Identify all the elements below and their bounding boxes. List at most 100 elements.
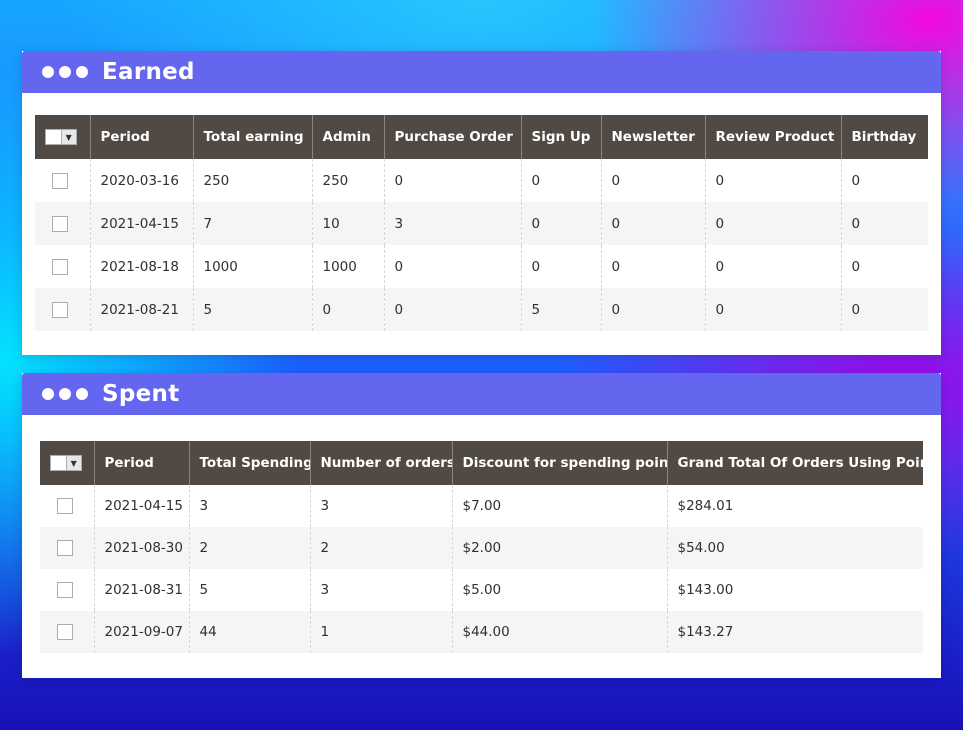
- mass-select-column: ▼: [40, 441, 94, 485]
- cell-total-spending: 5: [188, 569, 310, 611]
- row-checkbox[interactable]: [57, 624, 73, 640]
- column-header-grand-total-of-orders-using-points[interactable]: Grand Total Of Orders Using Points: [666, 441, 923, 485]
- cell-number-of-orders: 3: [309, 569, 452, 611]
- column-header-total-spending[interactable]: Total Spending: [188, 441, 310, 485]
- cell-review-product: 0: [704, 202, 841, 245]
- cell-period: 2021-04-15: [89, 202, 193, 245]
- row-checkbox[interactable]: [52, 258, 68, 275]
- mass-select-checkbox[interactable]: [51, 456, 66, 470]
- cell-discount: $44.00: [451, 611, 667, 653]
- column-header-period[interactable]: Period: [93, 441, 189, 485]
- row-checkbox[interactable]: [57, 582, 73, 598]
- column-header-period[interactable]: Period: [89, 115, 193, 159]
- cell-birthday: 0: [840, 288, 928, 331]
- cell-grand-total: $143.00: [666, 569, 923, 611]
- earned-table: ▼ Period Total earning Admin Purchase Or…: [35, 115, 928, 331]
- column-header-total-earning[interactable]: Total earning: [192, 115, 312, 159]
- cell-purchase-order: 3: [383, 202, 521, 245]
- earned-panel: Earned ▼ Period Total earning Admin Purc…: [22, 51, 941, 355]
- cell-total-spending: 3: [188, 485, 310, 527]
- cell-birthday: 0: [840, 202, 928, 245]
- mass-select-dropdown[interactable]: ▼: [50, 455, 82, 471]
- table-row: 2021-09-07 44 1 $44.00 $143.27: [40, 611, 923, 653]
- cell-birthday: 0: [840, 245, 928, 288]
- row-select-cell: [40, 527, 94, 569]
- row-checkbox[interactable]: [52, 215, 68, 232]
- cell-grand-total: $143.27: [666, 611, 923, 653]
- row-select-cell: [40, 569, 94, 611]
- column-header-admin[interactable]: Admin: [311, 115, 384, 159]
- earned-header: Earned: [22, 51, 941, 93]
- cell-review-product: 0: [704, 288, 841, 331]
- column-header-discount-for-spending-points[interactable]: Discount for spending points: [451, 441, 667, 485]
- column-header-birthday[interactable]: Birthday: [840, 115, 928, 159]
- chevron-down-icon[interactable]: ▼: [65, 456, 81, 470]
- row-checkbox[interactable]: [57, 498, 73, 514]
- cell-discount: $2.00: [451, 527, 667, 569]
- cell-purchase-order: 0: [383, 245, 521, 288]
- cell-newsletter: 0: [600, 245, 705, 288]
- chevron-down-icon[interactable]: ▼: [60, 130, 76, 144]
- cell-number-of-orders: 2: [309, 527, 452, 569]
- row-select-cell: [35, 288, 90, 331]
- column-header-purchase-order[interactable]: Purchase Order: [383, 115, 521, 159]
- cell-number-of-orders: 1: [309, 611, 452, 653]
- spent-header-row: ▼ Period Total Spending Number of orders…: [40, 441, 923, 485]
- cell-review-product: 0: [704, 159, 841, 202]
- dot: [59, 66, 71, 78]
- cell-total-earning: 1000: [192, 245, 312, 288]
- row-select-cell: [35, 245, 90, 288]
- mass-select-dropdown[interactable]: ▼: [45, 129, 77, 145]
- table-row: 2021-08-21 5 0 0 5 0 0 0: [35, 288, 928, 331]
- row-select-cell: [35, 159, 90, 202]
- cell-discount: $5.00: [451, 569, 667, 611]
- cell-sign-up: 0: [520, 202, 601, 245]
- cell-total-earning: 7: [192, 202, 312, 245]
- dot: [76, 66, 88, 78]
- table-row: 2021-08-31 5 3 $5.00 $143.00: [40, 569, 923, 611]
- spent-panel: Spent ▼ Period Total Spending Number of …: [22, 373, 941, 678]
- table-row: 2021-08-18 1000 1000 0 0 0 0 0: [35, 245, 928, 288]
- row-select-cell: [35, 202, 90, 245]
- cell-period: 2020-03-16: [89, 159, 193, 202]
- row-checkbox[interactable]: [52, 172, 68, 189]
- column-header-review-product[interactable]: Review Product: [704, 115, 841, 159]
- dot: [76, 388, 88, 400]
- cell-period: 2021-04-15: [93, 485, 189, 527]
- mass-select-column: ▼: [35, 115, 90, 159]
- table-row: 2021-04-15 7 10 3 0 0 0 0: [35, 202, 928, 245]
- row-checkbox[interactable]: [52, 301, 68, 318]
- table-row: 2021-04-15 3 3 $7.00 $284.01: [40, 485, 923, 527]
- table-row: 2021-08-30 2 2 $2.00 $54.00: [40, 527, 923, 569]
- cell-number-of-orders: 3: [309, 485, 452, 527]
- cell-admin: 250: [311, 159, 384, 202]
- cell-birthday: 0: [840, 159, 928, 202]
- mass-select-checkbox[interactable]: [46, 130, 61, 144]
- cell-newsletter: 0: [600, 202, 705, 245]
- cell-period: 2021-08-21: [89, 288, 193, 331]
- row-select-cell: [40, 611, 94, 653]
- window-dots-icon: [42, 388, 88, 400]
- cell-total-spending: 2: [188, 527, 310, 569]
- cell-admin: 1000: [311, 245, 384, 288]
- dot: [42, 388, 54, 400]
- column-header-sign-up[interactable]: Sign Up: [520, 115, 601, 159]
- cell-newsletter: 0: [600, 159, 705, 202]
- column-header-number-of-orders[interactable]: Number of orders: [309, 441, 452, 485]
- cell-total-earning: 5: [192, 288, 312, 331]
- cell-period: 2021-09-07: [93, 611, 189, 653]
- cell-grand-total: $284.01: [666, 485, 923, 527]
- cell-admin: 0: [311, 288, 384, 331]
- spent-table: ▼ Period Total Spending Number of orders…: [40, 441, 923, 653]
- cell-period: 2021-08-31: [93, 569, 189, 611]
- earned-header-row: ▼ Period Total earning Admin Purchase Or…: [35, 115, 928, 159]
- dot: [59, 388, 71, 400]
- column-header-newsletter[interactable]: Newsletter: [600, 115, 705, 159]
- cell-grand-total: $54.00: [666, 527, 923, 569]
- cell-sign-up: 0: [520, 245, 601, 288]
- row-checkbox[interactable]: [57, 540, 73, 556]
- cell-period: 2021-08-30: [93, 527, 189, 569]
- cell-discount: $7.00: [451, 485, 667, 527]
- spent-title: Spent: [102, 381, 180, 407]
- dot: [42, 66, 54, 78]
